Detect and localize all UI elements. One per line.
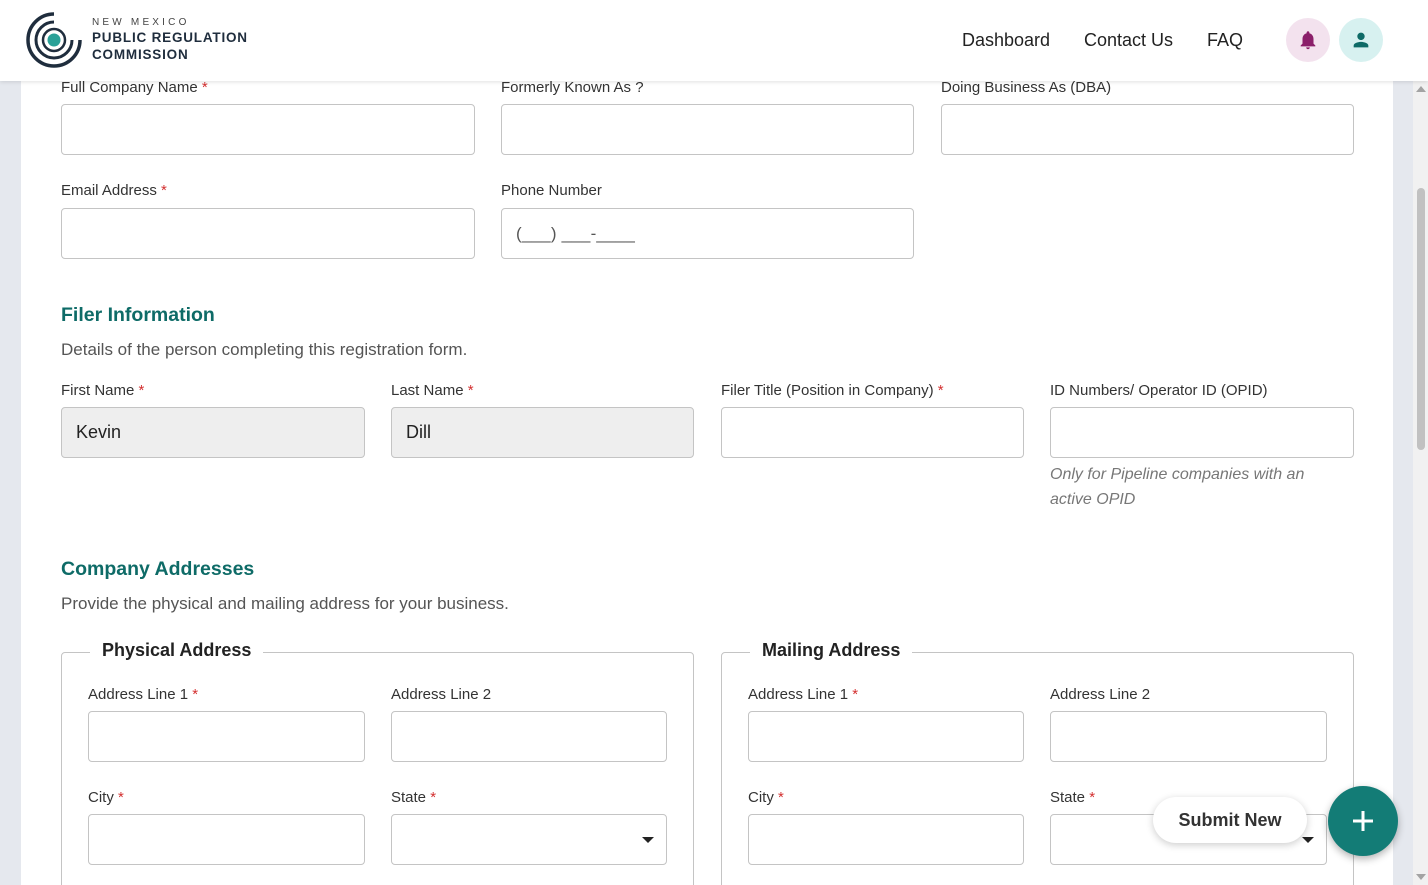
top-header: NEW MEXICO PUBLIC REGULATION COMMISSION … xyxy=(0,0,1428,81)
physical-state-label-text: State xyxy=(391,789,427,806)
mailing-address-line1-input[interactable] xyxy=(748,711,1024,762)
physical-address-line2-label: Address Line 2 xyxy=(391,686,492,703)
first-name-input[interactable]: Kevin xyxy=(61,407,365,458)
mailing-address-line1-label: Address Line 1 * xyxy=(748,686,858,703)
logo-line-name: PUBLIC REGULATION xyxy=(92,30,248,45)
nav-dashboard[interactable]: Dashboard xyxy=(962,30,1050,51)
prc-logo[interactable] xyxy=(24,10,84,70)
filer-title-label: Filer Title (Position in Company) * xyxy=(721,382,944,399)
notifications-button[interactable] xyxy=(1286,18,1330,62)
mailing-state-label: State * xyxy=(1050,789,1095,806)
mailing-city-label-text: City xyxy=(748,789,774,806)
mailing-city-label: City * xyxy=(748,789,784,806)
phone-number-input[interactable]: (___) ___-____ xyxy=(501,208,914,259)
physical-address-line1-label-text: Address Line 1 xyxy=(88,686,189,703)
account-button[interactable] xyxy=(1339,18,1383,62)
required-mark: * xyxy=(192,686,199,703)
first-name-value: Kevin xyxy=(76,422,122,442)
registration-form-card: Full Company Name * Formerly Known As ? … xyxy=(21,60,1393,885)
physical-state-select[interactable] xyxy=(391,814,667,865)
physical-city-label-text: City xyxy=(88,789,114,806)
required-mark: * xyxy=(138,382,145,399)
last-name-label-text: Last Name xyxy=(391,382,464,399)
logo-line-commission: COMMISSION xyxy=(92,47,189,62)
last-name-input[interactable]: Dill xyxy=(391,407,694,458)
mailing-address-line1-label-text: Address Line 1 xyxy=(748,686,849,703)
required-mark: * xyxy=(467,382,474,399)
required-mark: * xyxy=(201,79,208,96)
first-name-label-text: First Name xyxy=(61,382,135,399)
formerly-known-as-label: Formerly Known As ? xyxy=(501,79,644,96)
user-icon xyxy=(1353,32,1369,48)
physical-address-group: Physical Address Address Line 1 * Addres… xyxy=(61,640,694,885)
required-mark: * xyxy=(430,789,437,806)
submit-new-button[interactable]: Submit New xyxy=(1153,797,1307,843)
required-mark: * xyxy=(118,789,124,806)
opid-input[interactable] xyxy=(1050,407,1354,458)
company-addresses-title: Company Addresses xyxy=(61,558,255,580)
formerly-known-as-input[interactable] xyxy=(501,104,914,155)
opid-label: ID Numbers/ Operator ID (OPID) xyxy=(1050,382,1268,399)
mailing-address-group: Mailing Address Address Line 1 * Address… xyxy=(721,640,1354,885)
nav-contact-us[interactable]: Contact Us xyxy=(1084,30,1173,51)
full-company-name-label: Full Company Name * xyxy=(61,79,208,96)
company-addresses-subtitle: Provide the physical and mailing address… xyxy=(61,594,509,613)
opid-hint: Only for Pipeline companies with an acti… xyxy=(1050,466,1305,508)
scroll-up-arrow[interactable] xyxy=(1416,86,1426,92)
mailing-city-input[interactable] xyxy=(748,814,1024,865)
required-mark: * xyxy=(937,382,944,399)
physical-address-line1-input[interactable] xyxy=(88,711,365,762)
nav-faq[interactable]: FAQ xyxy=(1207,30,1243,51)
dba-input[interactable] xyxy=(941,104,1354,155)
physical-city-label: City * xyxy=(88,789,124,806)
required-mark: * xyxy=(778,789,784,806)
mailing-address-legend: Mailing Address xyxy=(750,640,913,661)
chevron-down-icon xyxy=(1302,837,1314,843)
mailing-address-line2-label: Address Line 2 xyxy=(1050,686,1151,703)
mailing-address-line2-input[interactable] xyxy=(1050,711,1327,762)
plus-icon xyxy=(1353,811,1373,831)
dba-label: Doing Business As (DBA) xyxy=(941,79,1112,96)
email-address-label-text: Email Address xyxy=(61,182,157,199)
last-name-label: Last Name * xyxy=(391,382,474,399)
phone-mask: (___) ___-____ xyxy=(516,224,636,243)
physical-state-label: State * xyxy=(391,789,436,806)
required-mark: * xyxy=(852,686,859,703)
filer-title-label-text: Filer Title (Position in Company) xyxy=(721,382,934,399)
add-fab-button[interactable] xyxy=(1328,786,1398,856)
physical-address-legend: Physical Address xyxy=(90,640,264,661)
physical-address-line1-label: Address Line 1 * xyxy=(88,686,198,703)
required-mark: * xyxy=(1089,789,1096,806)
bell-icon xyxy=(1300,31,1316,50)
email-address-input[interactable] xyxy=(61,208,475,259)
mailing-state-label-text: State xyxy=(1050,789,1086,806)
full-company-name-input[interactable] xyxy=(61,104,475,155)
scroll-down-arrow[interactable] xyxy=(1416,874,1426,880)
required-mark: * xyxy=(161,182,167,199)
first-name-label: First Name * xyxy=(61,382,144,399)
physical-city-input[interactable] xyxy=(88,814,365,865)
last-name-value: Dill xyxy=(406,422,431,442)
filer-information-subtitle: Details of the person completing this re… xyxy=(61,340,468,359)
logo-wordmark: NEW MEXICO PUBLIC REGULATION COMMISSION xyxy=(92,17,248,63)
phone-number-label: Phone Number xyxy=(501,182,602,199)
chevron-down-icon xyxy=(642,837,654,843)
full-company-name-label-text: Full Company Name xyxy=(61,79,198,96)
filer-title-input[interactable] xyxy=(721,407,1024,458)
filer-information-title: Filer Information xyxy=(61,304,215,326)
scrollbar-thumb[interactable] xyxy=(1417,188,1425,450)
logo-line-state: NEW MEXICO xyxy=(92,17,190,28)
email-address-label: Email Address * xyxy=(61,182,167,199)
physical-address-line2-input[interactable] xyxy=(391,711,667,762)
